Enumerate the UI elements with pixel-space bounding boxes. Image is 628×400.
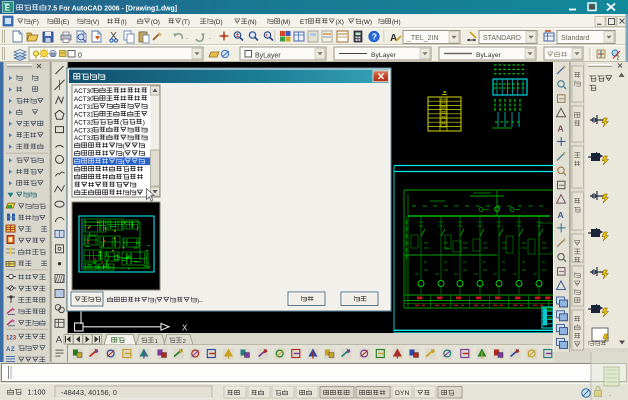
svg-text:7.5 For AutoCAD 2006 - [Drawin: 7.5 For AutoCAD 2006 - [Drawing1.dwg] xyxy=(48,5,178,12)
svg-text:-: - xyxy=(209,36,211,42)
svg-text:(O): (O) xyxy=(151,19,160,26)
svg-text:(M): (M) xyxy=(281,19,290,26)
svg-text:(T): (T) xyxy=(182,19,190,26)
svg-text:(D): (D) xyxy=(214,19,223,26)
svg-text:DYN: DYN xyxy=(395,390,409,397)
svg-text:2: 2 xyxy=(617,56,620,62)
svg-text:-: - xyxy=(186,36,188,42)
svg-text:A: A xyxy=(558,210,564,220)
svg-text:X: X xyxy=(182,324,188,333)
svg-text:(H): (H) xyxy=(392,19,401,26)
svg-text:ACT31: ACT31 xyxy=(74,104,94,111)
svg-text:?: ? xyxy=(372,32,377,42)
svg-text:): ) xyxy=(143,120,145,127)
svg-text:ACT30: ACT30 xyxy=(74,96,94,103)
svg-text:‹: ‹ xyxy=(266,33,268,39)
svg-text:STANDARD: STANDARD xyxy=(483,35,521,42)
svg-text:(: ( xyxy=(155,298,157,304)
svg-text:(N): (N) xyxy=(248,19,257,26)
svg-text:-48443, 40156, 0: -48443, 40156, 0 xyxy=(61,388,117,397)
svg-text:(E): (E) xyxy=(61,19,69,26)
svg-text:A: A xyxy=(390,33,397,44)
svg-text:E: E xyxy=(5,4,11,13)
svg-text:ACT30: ACT30 xyxy=(74,88,94,95)
svg-text:-: - xyxy=(609,393,611,399)
svg-text:Z: Z xyxy=(11,347,15,353)
svg-text:_TEL_2IN: _TEL_2IN xyxy=(406,35,439,42)
svg-text:0: 0 xyxy=(78,53,82,60)
svg-text:)--: )-- xyxy=(197,298,203,304)
svg-text:A: A xyxy=(56,335,63,346)
svg-text:(V): (V) xyxy=(91,19,99,26)
svg-text:ACT32: ACT32 xyxy=(74,120,94,127)
svg-text:1: 1 xyxy=(155,339,158,345)
svg-text:(X): (X) xyxy=(335,19,343,26)
svg-text:ByLayer: ByLayer xyxy=(371,52,397,59)
svg-text:ACT31: ACT31 xyxy=(74,112,94,119)
svg-text:ACT33: ACT33 xyxy=(74,135,94,142)
svg-text:2: 2 xyxy=(183,339,186,345)
svg-text:(W): (W) xyxy=(362,19,372,26)
svg-text:ByLayer: ByLayer xyxy=(476,52,502,59)
svg-text:A: A xyxy=(558,124,564,134)
svg-text:ByLayer: ByLayer xyxy=(255,53,281,60)
svg-text:ACT33: ACT33 xyxy=(74,127,94,134)
svg-text:ET: ET xyxy=(300,19,308,26)
svg-text:Standard: Standard xyxy=(561,35,590,42)
svg-text:1:100: 1:100 xyxy=(28,388,46,397)
svg-text:(F): (F) xyxy=(31,19,39,26)
svg-text:(I): (I) xyxy=(121,19,127,26)
